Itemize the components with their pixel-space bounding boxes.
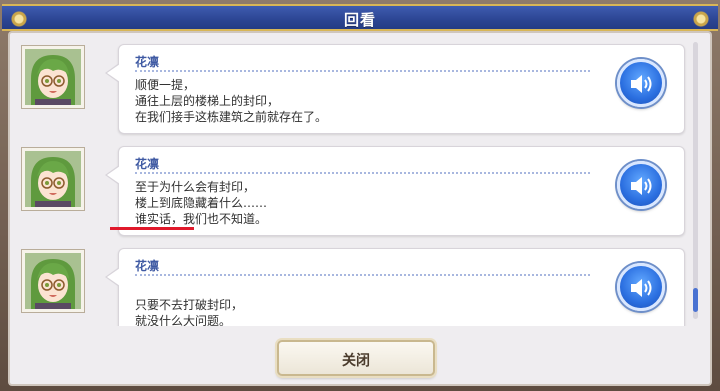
speaker-volume-icon: [631, 75, 652, 93]
dialogue-text: 至于为什么会有封印， 楼上到底隐藏着什么…… 谁实话，我们也不知道。: [135, 179, 267, 227]
voice-replay-button[interactable]: [617, 59, 665, 107]
log-entry: 花凛 ​ 只要不去打破封印， 就没什么大问题。: [12, 240, 690, 326]
dialogue-line: 谁实话，我们也不知道。: [135, 212, 268, 226]
dialogue-bubble: 花凛 顺便一提， 通往上层的楼梯上的封印， 在我们接手这栋建筑之前就存在了。: [105, 44, 685, 134]
dialogue-line: 顺便一提，: [135, 78, 196, 92]
dialogue-text: 顺便一提， 通往上层的楼梯上的封印， 在我们接手这栋建筑之前就存在了。: [135, 77, 327, 125]
dialogue-line: 楼上到底隐藏着什么……: [135, 196, 268, 210]
dotted-divider: [135, 70, 590, 72]
close-button[interactable]: 关闭: [277, 340, 435, 376]
speaker-name: 花凛: [135, 55, 160, 69]
speaker-name: 花凛: [135, 157, 160, 171]
dialogue-text: ​ 只要不去打破封印， 就没什么大问题。: [135, 281, 243, 326]
close-button-label: 关闭: [342, 353, 370, 369]
dialogue-line: 就没什么大问题。: [135, 314, 232, 326]
dialogue-line: ​: [135, 281, 243, 297]
scrollbar-thumb[interactable]: [693, 288, 698, 312]
dialogue-bubble: 花凛 ​ 只要不去打破封印， 就没什么大问题。: [105, 248, 685, 326]
speaker-volume-icon: [631, 279, 652, 297]
title-bar: 回看: [2, 4, 718, 31]
dialogue-bubble: 花凛 至于为什么会有封印， 楼上到底隐藏着什么…… 谁实话，我们也不知道。: [105, 146, 685, 236]
dialogue-line: 至于为什么会有封印，: [135, 180, 256, 194]
character-portrait: [21, 45, 85, 109]
speaker-name: 花凛: [135, 259, 160, 273]
voice-replay-button[interactable]: [617, 161, 665, 209]
dotted-divider: [135, 274, 590, 276]
scrollbar-track[interactable]: [693, 42, 698, 319]
dotted-divider: [135, 172, 590, 174]
log-entry: 花凛 至于为什么会有封印， 楼上到底隐藏着什么…… 谁实话，我们也不知道。: [12, 138, 690, 236]
character-portrait: [21, 249, 85, 313]
log-entry: 花凛 顺便一提， 通往上层的楼梯上的封印， 在我们接手这栋建筑之前就存在了。: [12, 36, 690, 134]
dialogue-line: 只要不去打破封印，: [135, 298, 244, 312]
red-annotation-underline: [110, 227, 194, 230]
dialogue-line: 在我们接手这栋建筑之前就存在了。: [135, 110, 328, 124]
speaker-volume-icon: [631, 177, 652, 195]
dialogue-line: 通往上层的楼梯上的封印，: [135, 94, 280, 108]
ornament-right-icon: [692, 10, 710, 28]
dialogue-log-list[interactable]: 花凛 顺便一提， 通往上层的楼梯上的封印， 在我们接手这栋建筑之前就存在了。 花…: [12, 34, 690, 326]
voice-replay-button[interactable]: [617, 263, 665, 311]
window-title: 回看: [343, 11, 376, 29]
character-portrait: [21, 147, 85, 211]
